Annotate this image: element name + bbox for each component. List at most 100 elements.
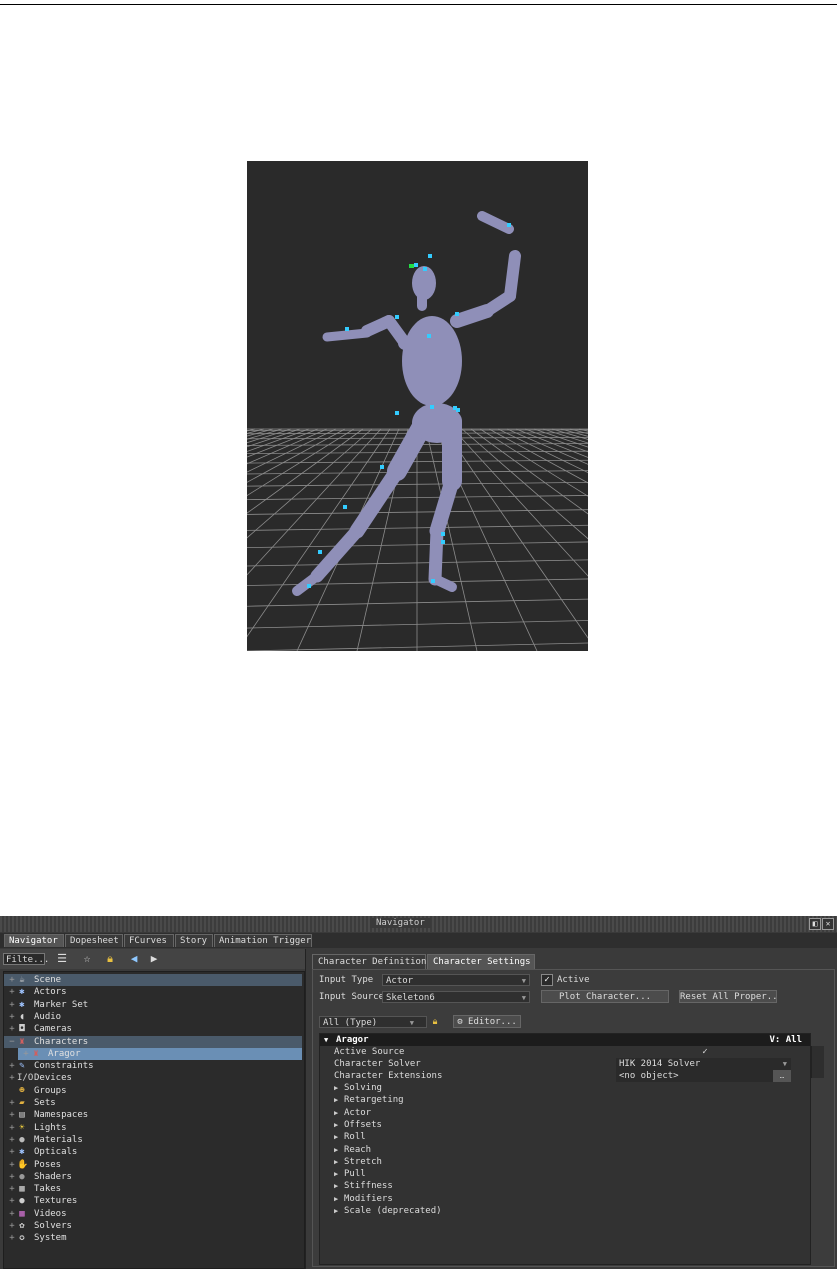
active-checkbox[interactable]: ✓ (541, 974, 553, 986)
property-group[interactable]: ▶ Pull (320, 1168, 810, 1180)
tree-item-label: Devices (34, 1073, 72, 1084)
tree-item-videos[interactable]: + ▦ Videos (4, 1208, 302, 1220)
tree-item-aragor[interactable]: + ♜ Aragor (18, 1047, 302, 1060)
property-group[interactable]: ▶ Stretch (320, 1156, 810, 1168)
lock-icon[interactable]: 🔒︎ (429, 1016, 441, 1028)
filter-button[interactable]: Filte... (3, 953, 49, 965)
expand-icon[interactable]: + (8, 1208, 16, 1220)
viewport-3d[interactable] (247, 161, 588, 651)
tree-item-solvers[interactable]: + ✿ Solvers (4, 1220, 302, 1232)
expand-icon[interactable]: + (8, 1183, 16, 1195)
page-top-rule (0, 4, 837, 5)
expand-icon[interactable]: − (8, 1036, 16, 1048)
expand-triangle-icon: ▶ (334, 1194, 339, 1203)
plot-character-button[interactable]: Plot Character... (541, 990, 669, 1003)
tree-item-label: Cameras (34, 1024, 72, 1035)
expand-icon[interactable]: + (8, 986, 16, 998)
expand-icon[interactable]: + (8, 1146, 16, 1158)
back-arrow-icon[interactable]: ◀ (128, 953, 140, 965)
tab-story[interactable]: Story (175, 934, 213, 947)
expand-icon[interactable]: + (8, 1232, 16, 1244)
property-group[interactable]: ▶ Retargeting (320, 1094, 810, 1106)
property-group[interactable]: ▶ Offsets (320, 1119, 810, 1131)
expand-icon[interactable]: + (8, 1159, 16, 1171)
expand-icon[interactable]: + (8, 1011, 16, 1023)
tree-item-label: Videos (34, 1208, 67, 1219)
tree-item-system[interactable]: + ✪ System (4, 1232, 302, 1244)
property-group[interactable]: ▶ Roll (320, 1131, 810, 1143)
editor-button[interactable]: ⚙ Editor... (453, 1015, 521, 1028)
tab-character-definition[interactable]: Character Definition (312, 954, 426, 969)
property-filter-dropdown[interactable]: All (Type) ▼ (319, 1016, 427, 1028)
tree-item-takes[interactable]: + ▦ Takes (4, 1183, 302, 1195)
tree-item-actors[interactable]: + ✱ Actors (4, 986, 302, 998)
tree-item-audio[interactable]: + ◖ Audio (4, 1011, 302, 1023)
property-group[interactable]: ▶ Solving (320, 1082, 810, 1094)
tree-item-marker-set[interactable]: + ✱ Marker Set (4, 999, 302, 1011)
scene-tree[interactable]: + ☕ Scene + ✱ Actors + ✱ Marker Set + ◖ Audio + ◘ Came… (3, 971, 305, 1269)
tab-animation-trigger[interactable]: Animation Trigger (214, 934, 312, 947)
expand-triangle-icon: ▶ (334, 1182, 339, 1191)
tree-item-poses[interactable]: + ✋ Poses (4, 1159, 302, 1171)
tree-item-label: Scene (34, 975, 62, 985)
tree-item-lights[interactable]: + ☀ Lights (4, 1122, 302, 1134)
expand-icon[interactable]: + (8, 1122, 16, 1134)
tree-item-scene[interactable]: + ☕ Scene (4, 974, 302, 986)
property-group[interactable]: ▶ Scale (deprecated) (320, 1205, 810, 1217)
select-icon[interactable]: ☆ (81, 953, 93, 965)
expand-triangle-icon: ▶ (334, 1157, 339, 1166)
tree-item-characters[interactable]: − ♜ Characters (4, 1035, 302, 1048)
property-group[interactable]: ▶ Actor (320, 1107, 810, 1119)
expand-icon[interactable]: + (8, 1109, 16, 1121)
expand-icon[interactable]: + (8, 1134, 16, 1146)
input-type-dropdown[interactable]: Actor ▼ (382, 974, 530, 986)
tree-item-label: Audio (34, 1011, 62, 1022)
tree-item-opticals[interactable]: + ✱ Opticals (4, 1146, 302, 1158)
tree-item-textures[interactable]: + ● Textures (4, 1195, 302, 1207)
tab-dopesheet[interactable]: Dopesheet (65, 934, 123, 947)
expand-icon[interactable]: + (8, 974, 16, 986)
expand-icon[interactable]: + (8, 1023, 16, 1035)
expand-icon[interactable]: + (8, 1060, 16, 1072)
restore-window-icon[interactable]: ◧ (809, 918, 821, 930)
property-group[interactable]: ▶ Modifiers (320, 1193, 810, 1205)
tab-character-settings[interactable]: Character Settings (427, 954, 535, 969)
list-icon[interactable]: ☰ (56, 953, 68, 965)
lock-icon[interactable]: 🔒︎ (104, 953, 116, 965)
property-scrollbar[interactable] (811, 1046, 824, 1078)
expand-icon[interactable]: + (8, 1220, 16, 1232)
reset-all-properties-button[interactable]: Reset All Proper... (679, 990, 777, 1003)
tab-fcurves[interactable]: FCurves (124, 934, 174, 947)
character-solver-dropdown[interactable]: HIK 2014 Solver ▼ (616, 1058, 791, 1070)
constraints-icon: ✎ (19, 1061, 25, 1072)
window-titlebar: Navigator ◧ ✕ (0, 916, 837, 932)
editor-button-label: Editor... (468, 1017, 517, 1027)
active-source-checkbox[interactable]: ✓ (616, 1046, 791, 1058)
tree-item-shaders[interactable]: + ● Shaders (4, 1171, 302, 1183)
input-source-dropdown[interactable]: Skeleton6 ▼ (382, 991, 530, 1003)
tree-item-devices[interactable]: + I/O Devices (4, 1072, 302, 1084)
tree-item-label: Namespaces (34, 1110, 89, 1121)
expand-icon[interactable]: + (22, 1048, 30, 1060)
tree-item-cameras[interactable]: + ◘ Cameras (4, 1023, 302, 1035)
expand-icon[interactable]: + (8, 999, 16, 1011)
tree-item-constraints[interactable]: + ✎ Constraints (4, 1060, 302, 1072)
property-group[interactable]: ▶ Reach (320, 1144, 810, 1156)
property-group[interactable]: ▶ Stiffness (320, 1180, 810, 1192)
forward-arrow-icon[interactable]: ▶ (148, 953, 160, 965)
expand-icon[interactable]: + (8, 1072, 16, 1084)
tree-item-namespaces[interactable]: + ▤ Namespaces (4, 1109, 302, 1121)
browse-icon[interactable]: … (773, 1070, 791, 1082)
tab-navigator[interactable]: Navigator (4, 934, 64, 947)
tree-item-sets[interactable]: + ▰ Sets (4, 1097, 302, 1109)
property-section-header[interactable]: ▼ Aragor V: All (320, 1034, 810, 1046)
tree-item-groups[interactable]: ☻ Groups (4, 1085, 302, 1097)
videos-icon: ▦ (19, 1208, 25, 1219)
expand-icon[interactable]: + (8, 1097, 16, 1109)
tree-item-materials[interactable]: + ● Materials (4, 1134, 302, 1146)
expand-icon[interactable]: + (8, 1195, 16, 1207)
expand-icon[interactable]: + (8, 1171, 16, 1183)
close-window-icon[interactable]: ✕ (822, 918, 834, 930)
character-extensions-value: <no object> (619, 1071, 679, 1081)
character-extensions-field[interactable]: <no object> … (616, 1070, 791, 1082)
